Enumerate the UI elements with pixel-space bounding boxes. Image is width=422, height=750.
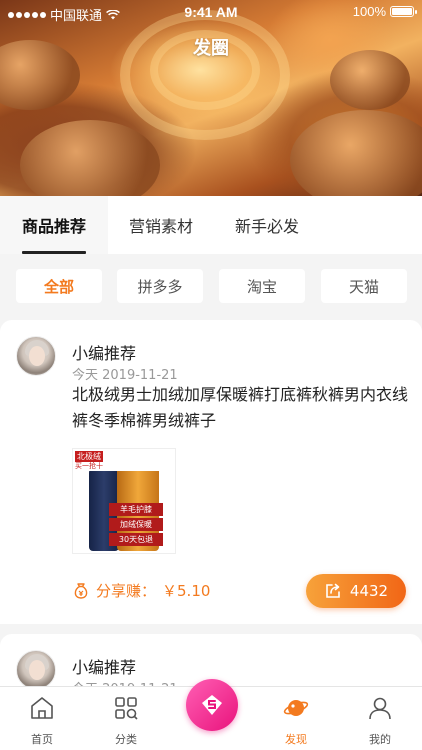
tab-beginner-must-post[interactable]: 新手必发 — [214, 196, 320, 254]
share-button[interactable]: 4432 — [306, 574, 406, 608]
nav-discover[interactable]: 发现 — [254, 687, 338, 750]
product-banner: 羊毛护膝 加绒保暖 30天包退 — [109, 501, 163, 546]
filter-tmall[interactable]: 天猫 — [321, 269, 407, 303]
center-action-button[interactable] — [186, 679, 238, 731]
center-logo-icon — [202, 695, 222, 715]
battery-percent: 100% — [352, 4, 386, 19]
nav-profile[interactable]: 我的 — [338, 687, 422, 750]
share-earn-value: ￥5.10 — [162, 582, 211, 600]
platform-filters: 全部 拼多多 淘宝 天猫 — [0, 254, 422, 320]
share-earn: 分享赚： ￥5.10 — [72, 580, 210, 601]
tab-product-recommend[interactable]: 商品推荐 — [0, 196, 108, 254]
coin-bag-icon — [74, 582, 88, 599]
bottom-tab-bar: 首页 分类 发现 我的 — [0, 679, 422, 750]
page-title: 发圈 — [193, 38, 229, 59]
banner-cloud — [290, 110, 422, 196]
avatar[interactable] — [16, 336, 56, 376]
post-date: 今天 2019-11-21 — [72, 368, 178, 383]
product-banner-line: 加绒保暖 — [109, 518, 163, 531]
share-earn-label: 分享赚： — [96, 582, 157, 600]
tab-marketing-material[interactable]: 营销素材 — [108, 196, 214, 254]
content-tabs: 商品推荐 营销素材 新手必发 — [0, 196, 422, 254]
header-banner: 中国联通 9:41 AM 100% 发圈 — [0, 0, 422, 196]
nav-label: 我的 — [369, 733, 391, 746]
home-icon — [31, 697, 53, 719]
avatar[interactable] — [16, 650, 56, 690]
nav-label: 分类 — [115, 733, 137, 746]
product-banner-line: 30天包退 — [109, 533, 163, 546]
product-banner-line: 羊毛护膝 — [109, 503, 163, 516]
product-image[interactable]: 北极绒 买一抢十 羊毛护膝 加绒保暖 30天包退 — [72, 448, 176, 554]
filter-pinduoduo[interactable]: 拼多多 — [117, 269, 203, 303]
planet-icon — [283, 700, 309, 716]
share-icon — [326, 583, 340, 598]
post-author: 小编推荐 — [72, 658, 137, 677]
product-promo-tag: 买一抢十 — [75, 462, 103, 470]
banner-cloud — [20, 120, 160, 196]
post-card: 小编推荐 今天 2019-11-21 北极绒男士加绒加厚保暖裤打底裤秋裤男内衣线… — [0, 320, 422, 624]
nav-home[interactable]: 首页 — [0, 687, 84, 750]
filter-taobao[interactable]: 淘宝 — [219, 269, 305, 303]
nav-label: 发现 — [285, 733, 307, 746]
battery-icon — [390, 6, 417, 17]
user-icon — [369, 697, 391, 720]
filter-all[interactable]: 全部 — [16, 269, 102, 303]
nav-label: 首页 — [31, 733, 53, 746]
category-icon — [115, 697, 138, 720]
status-right: 100% — [352, 4, 417, 19]
share-count: 4432 — [349, 582, 389, 600]
post-author: 小编推荐 — [72, 344, 137, 363]
status-bar: 中国联通 9:41 AM 100% — [0, 0, 422, 26]
post-description: 北极绒男士加绒加厚保暖裤打底裤秋裤男内衣线裤冬季棉裤男绒裤子 — [72, 385, 409, 430]
nav-category[interactable]: 分类 — [84, 687, 168, 750]
